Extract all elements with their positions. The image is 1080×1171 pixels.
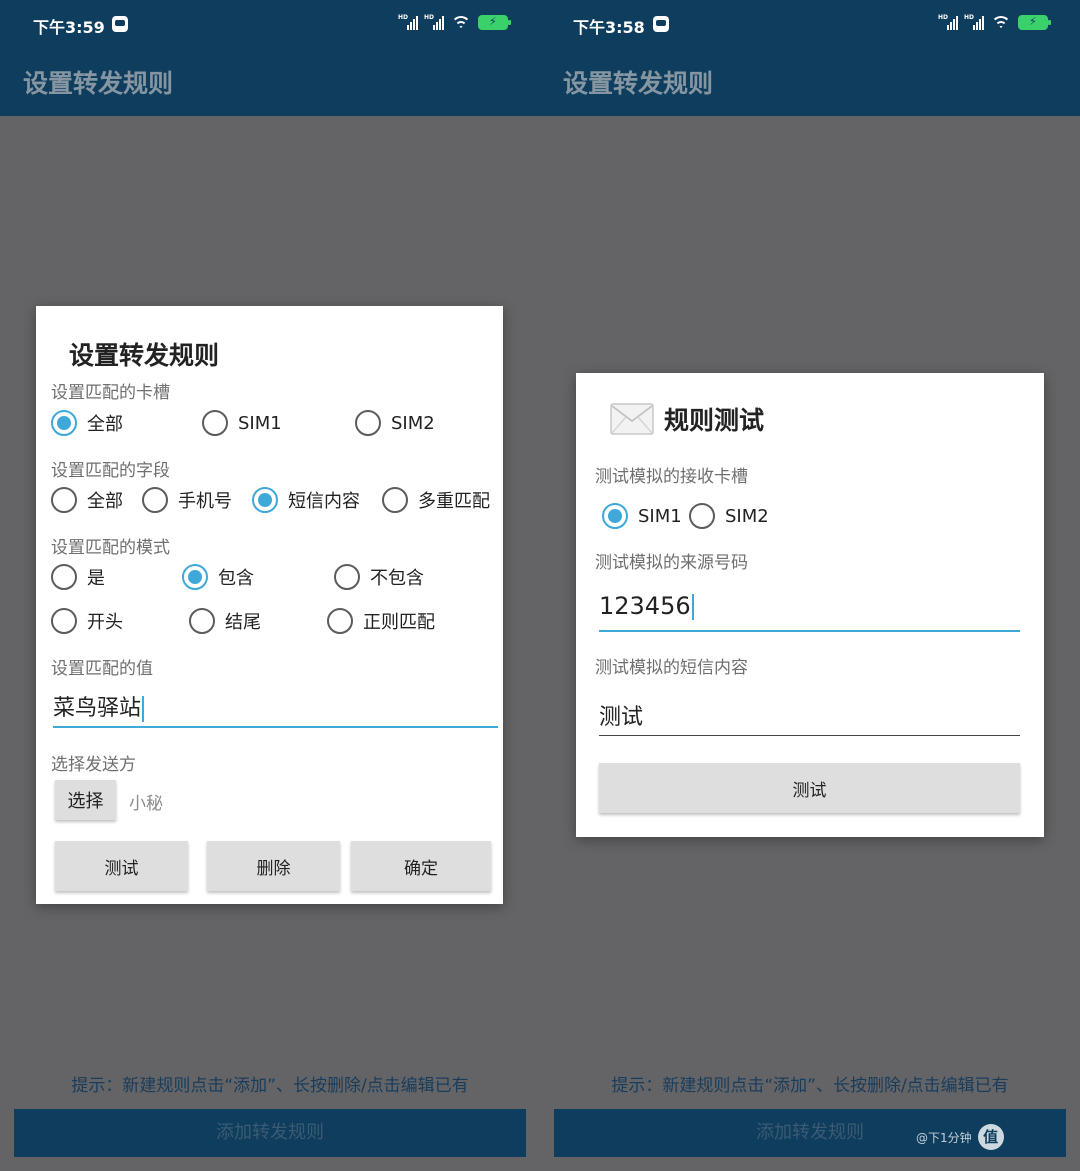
signal-sim1-icon: HD	[398, 14, 418, 30]
select-sender-button[interactable]: 选择	[55, 780, 116, 820]
radio-slot-sim1[interactable]: SIM1	[602, 503, 682, 529]
test-button[interactable]: 测试	[55, 841, 188, 891]
radio-field-phone[interactable]: 手机号	[142, 487, 232, 513]
radio-mode-starts-with[interactable]: 开头	[51, 608, 123, 634]
radio-slot-sim1[interactable]: SIM1	[202, 410, 282, 436]
signal-sim2-icon: HD	[424, 14, 444, 30]
radio-mode-contains[interactable]: 包含	[182, 564, 254, 590]
radio-mode-equals[interactable]: 是	[51, 564, 105, 590]
rule-test-dialog: 规则测试 测试模拟的接收卡槽 SIM1 SIM2 测试模拟的来源号码 12345…	[576, 373, 1044, 837]
test-button[interactable]: 测试	[599, 763, 1020, 813]
radio-unchecked-icon	[382, 487, 408, 513]
content-section-label: 测试模拟的短信内容	[595, 658, 748, 678]
hint-text: 提示：新建规则点击“添加”、长按删除/点击编辑已有	[71, 1076, 469, 1096]
radio-mode-ends-with[interactable]: 结尾	[189, 608, 261, 634]
watermark-text: @下1分钟	[916, 1130, 972, 1145]
battery-charging-icon: ⚡	[1018, 14, 1051, 30]
watermark-badge-icon: 值	[977, 1124, 1004, 1150]
message-notification-icon	[112, 16, 128, 32]
app-bar: 设置转发规则	[540, 50, 1080, 116]
radio-unchecked-icon	[689, 503, 715, 529]
radio-unchecked-icon	[189, 608, 215, 634]
app-bar-title: 设置转发规则	[23, 69, 174, 98]
radio-mode-regex[interactable]: 正则匹配	[327, 608, 435, 634]
radio-slot-sim2[interactable]: SIM2	[355, 410, 435, 436]
sms-content-input[interactable]: 测试	[599, 699, 1020, 736]
text-caret	[691, 594, 694, 620]
hint-text: 提示：新建规则点击“添加”、长按删除/点击编辑已有	[611, 1076, 1009, 1096]
add-rule-button[interactable]: 添加转发规则	[14, 1109, 526, 1157]
dialog-title: 规则测试	[664, 406, 765, 435]
radio-checked-icon	[252, 487, 278, 513]
radio-unchecked-icon	[51, 487, 77, 513]
delete-button[interactable]: 删除	[207, 841, 340, 891]
mode-section-label: 设置匹配的模式	[51, 538, 170, 558]
radio-slot-all[interactable]: 全部	[51, 410, 123, 436]
radio-field-all[interactable]: 全部	[51, 487, 123, 513]
source-number-input[interactable]: 123456	[599, 592, 1020, 632]
radio-unchecked-icon	[327, 608, 353, 634]
status-bar: 下午3:58 HD HD ⚡	[540, 0, 1080, 50]
battery-charging-icon: ⚡	[478, 14, 511, 30]
sender-section-label: 选择发送方	[51, 755, 136, 775]
watermark: @下1分钟 值	[916, 1124, 1004, 1150]
radio-unchecked-icon	[51, 608, 77, 634]
radio-unchecked-icon	[355, 410, 381, 436]
radio-unchecked-icon	[51, 564, 77, 590]
signal-sim2-icon: HD	[964, 14, 984, 30]
radio-field-multi[interactable]: 多重匹配	[382, 487, 490, 513]
phone-screen-left: 下午3:59 HD HD ⚡ 设置转发规则 设置转发规则 设置匹配的卡槽 全部 …	[0, 0, 540, 1171]
value-section-label: 设置匹配的值	[51, 659, 153, 679]
radio-unchecked-icon	[142, 487, 168, 513]
number-section-label: 测试模拟的来源号码	[595, 553, 748, 573]
signal-sim1-icon: HD	[938, 14, 958, 30]
envelope-icon	[610, 403, 654, 435]
phone-screen-right: 下午3:58 HD HD ⚡ 设置转发规则 规则测试 测试模拟的接收卡槽 SIM…	[540, 0, 1080, 1171]
radio-unchecked-icon	[334, 564, 360, 590]
text-caret	[142, 696, 145, 722]
radio-checked-icon	[51, 410, 77, 436]
wifi-icon	[990, 14, 1012, 30]
match-value-input[interactable]: 菜鸟驿站	[53, 690, 498, 728]
radio-checked-icon	[602, 503, 628, 529]
status-icons: HD HD ⚡	[398, 14, 511, 30]
radio-field-sms-content[interactable]: 短信内容	[252, 487, 360, 513]
slot-section-label: 设置匹配的卡槽	[51, 383, 170, 403]
forward-rule-dialog: 设置转发规则 设置匹配的卡槽 全部 SIM1 SIM2 设置匹配的字段 全部 手…	[36, 306, 503, 904]
radio-slot-sim2[interactable]: SIM2	[689, 503, 769, 529]
app-bar: 设置转发规则	[0, 50, 540, 116]
radio-checked-icon	[182, 564, 208, 590]
status-bar: 下午3:59 HD HD ⚡	[0, 0, 540, 50]
status-time: 下午3:59	[33, 18, 105, 37]
radio-unchecked-icon	[202, 410, 228, 436]
radio-mode-not-contains[interactable]: 不包含	[334, 564, 424, 590]
app-bar-title: 设置转发规则	[563, 69, 714, 98]
slot-section-label: 测试模拟的接收卡槽	[595, 467, 748, 487]
sender-value: 小秘	[129, 794, 163, 814]
message-notification-icon	[653, 16, 669, 32]
status-icons: HD HD ⚡	[938, 14, 1051, 30]
field-section-label: 设置匹配的字段	[51, 461, 170, 481]
wifi-icon	[450, 14, 472, 30]
dialog-title: 设置转发规则	[69, 341, 220, 370]
status-time: 下午3:58	[573, 18, 645, 37]
confirm-button[interactable]: 确定	[351, 841, 491, 891]
